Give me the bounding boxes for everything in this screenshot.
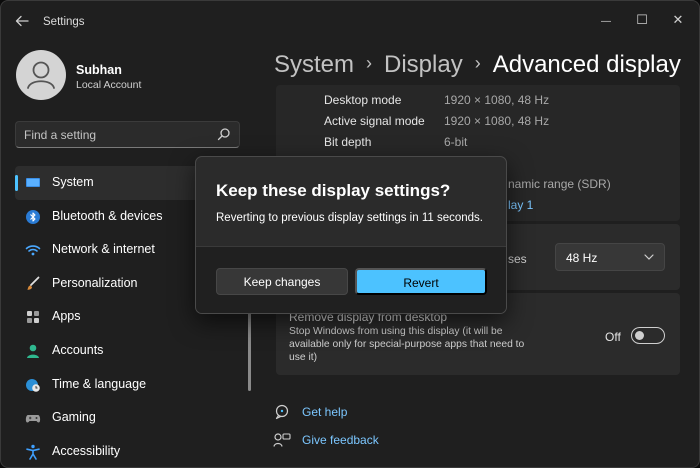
bit-depth-label: Bit depth: [324, 135, 372, 149]
active-signal-value: 1920 × 1080, 48 Hz: [444, 114, 550, 128]
dialog-message: Reverting to previous display settings i…: [216, 212, 483, 224]
sidebar-item-label: Time & language: [52, 376, 147, 391]
breadcrumb-system[interactable]: System: [274, 51, 354, 78]
dialog-title: Keep these display settings?: [216, 181, 451, 200]
get-help-text: Get help: [302, 405, 348, 419]
desktop-mode-value: 1920 × 1080, 48 Hz: [444, 93, 550, 107]
desktop-mode-label: Desktop mode: [324, 93, 402, 107]
minimize-icon: —: [601, 16, 611, 27]
keep-changes-button[interactable]: Keep changes: [216, 268, 348, 295]
keep-display-settings-dialog: Keep these display settings? Reverting t…: [195, 156, 507, 314]
sidebar-item-label: Bluetooth & devices: [52, 208, 163, 223]
display-adapter-link[interactable]: lay 1: [508, 198, 533, 212]
arrow-left-icon: [15, 15, 29, 27]
person-icon: [27, 61, 55, 89]
maximize-icon: ☐: [636, 12, 648, 27]
sidebar-item-accessibility[interactable]: Accessibility: [15, 435, 243, 467]
sidebar-item-label: Personalization: [52, 275, 138, 290]
sidebar-item-label: Gaming: [52, 410, 96, 425]
bluetooth-icon: [26, 209, 40, 224]
refresh-rate-dropdown[interactable]: 48 Hz: [555, 243, 665, 271]
user-name: Subhan: [76, 63, 122, 77]
wifi-icon: [25, 245, 41, 256]
title-bar: Settings — ☐ ✕: [1, 1, 699, 41]
help-chat-icon: [275, 404, 289, 420]
breadcrumb-display[interactable]: Display: [384, 51, 463, 78]
monitor-icon: [26, 178, 40, 187]
breadcrumb-separator: ›: [474, 53, 481, 73]
sidebar-item-label: Accounts: [52, 342, 104, 357]
apps-icon: [27, 311, 39, 324]
color-space-value: namic range (SDR): [508, 177, 611, 191]
close-icon: ✕: [672, 12, 684, 27]
gamepad-icon: [25, 415, 41, 423]
breadcrumb-separator: ›: [366, 53, 373, 73]
sidebar-item-gaming[interactable]: Gaming: [15, 401, 243, 435]
active-signal-label: Active signal mode: [324, 114, 425, 128]
breadcrumb: System › Display › Advanced display: [274, 51, 681, 79]
feedback-icon: [273, 433, 291, 447]
give-feedback-text: Give feedback: [302, 433, 379, 447]
sidebar-item-label: System: [52, 175, 94, 189]
search-input[interactable]: [24, 126, 214, 144]
sidebar-item-label: Network & internet: [52, 242, 155, 257]
maximize-button[interactable]: ☐: [627, 9, 657, 31]
sidebar-item-label: Apps: [52, 309, 81, 324]
revert-button[interactable]: Revert: [355, 268, 487, 295]
app-title: Settings: [43, 16, 85, 28]
globe-clock-icon: [26, 378, 40, 392]
accessibility-icon: [26, 444, 40, 460]
person-icon: [27, 344, 39, 358]
sidebar-item-label: Accessibility: [52, 443, 121, 458]
remove-display-toggle[interactable]: [631, 327, 665, 344]
minimize-button[interactable]: —: [591, 9, 621, 31]
avatar[interactable]: [16, 50, 66, 100]
sidebar-item-time-language[interactable]: Time & language: [15, 368, 243, 402]
page-title: Advanced display: [492, 51, 681, 78]
settings-window: Settings — ☐ ✕ Subhan Local Account Find…: [0, 0, 700, 468]
toggle-state-label: Off: [605, 330, 621, 344]
refresh-rate-value: 48 Hz: [566, 251, 598, 265]
refresh-rate-label: ses: [508, 252, 527, 266]
back-button[interactable]: [13, 12, 31, 30]
bit-depth-value: 6-bit: [444, 135, 468, 149]
brush-icon: [27, 276, 40, 290]
search-box[interactable]: [15, 121, 240, 148]
toggle-knob: [635, 331, 644, 340]
close-button[interactable]: ✕: [663, 9, 693, 31]
chevron-down-icon: [644, 254, 654, 260]
dialog-footer: Keep changes Revert: [196, 246, 506, 313]
search-icon[interactable]: [217, 127, 231, 141]
remove-display-description: Stop Windows from using this display (it…: [289, 326, 525, 363]
account-type: Local Account: [76, 79, 142, 91]
sidebar-item-accounts[interactable]: Accounts: [15, 334, 243, 368]
